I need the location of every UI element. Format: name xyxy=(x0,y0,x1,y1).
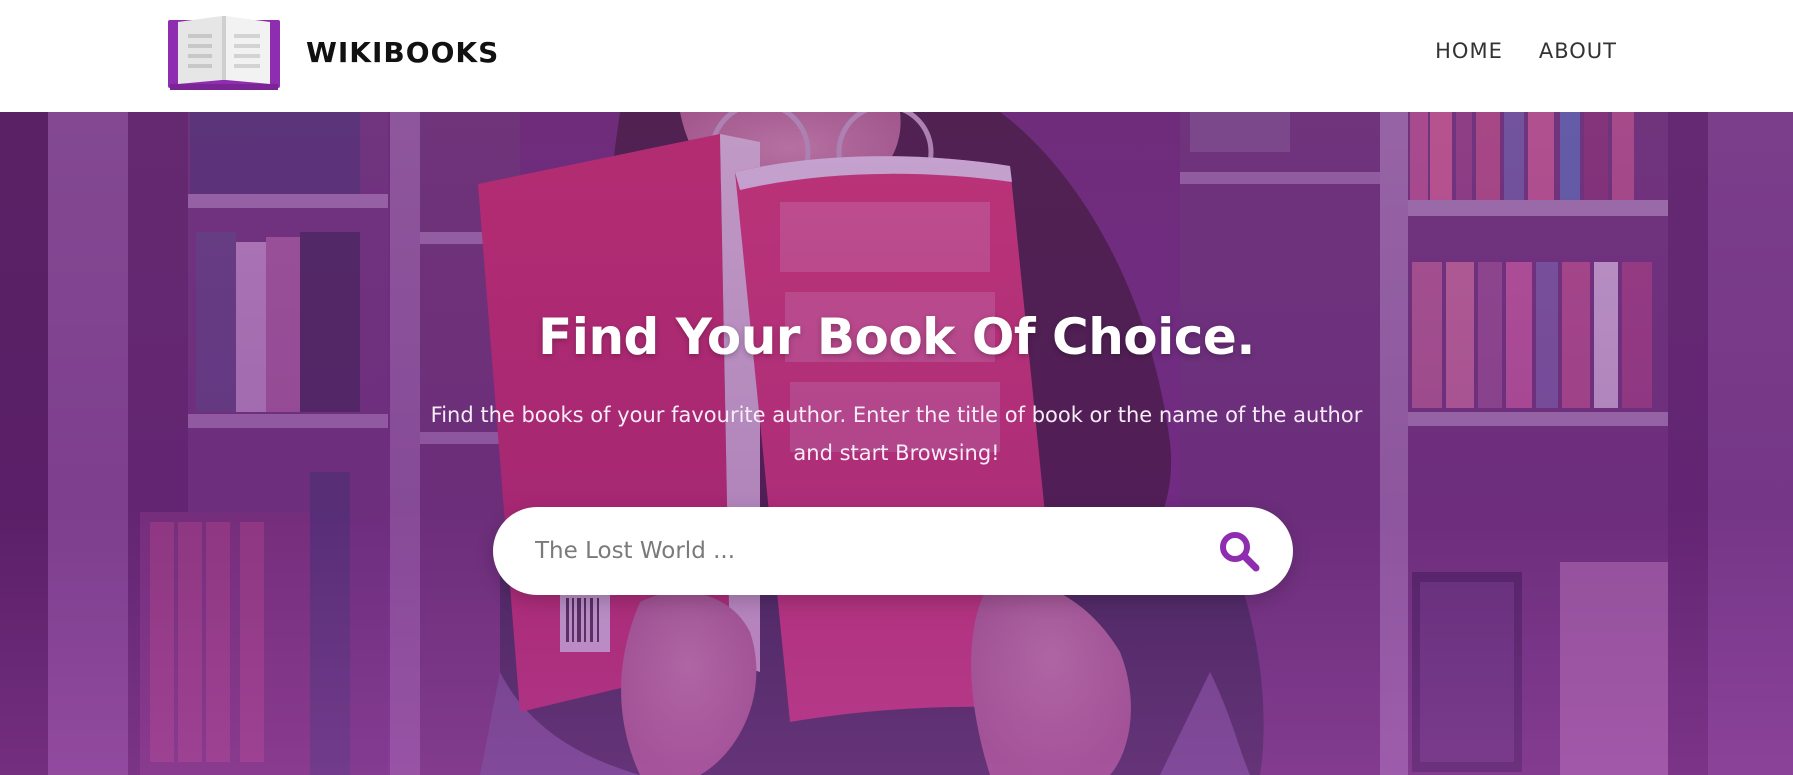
search-button[interactable] xyxy=(1217,529,1261,573)
nav-about-link[interactable]: ABOUT xyxy=(1539,39,1617,63)
nav-home-link[interactable]: HOME xyxy=(1435,39,1503,63)
search-form xyxy=(493,507,1293,595)
search-input[interactable] xyxy=(535,507,1185,595)
hero-section: Find Your Book Of Choice. Find the books… xyxy=(0,112,1793,775)
navbar: WIKIBOOKS HOME ABOUT xyxy=(0,0,1793,112)
hero-title: Find Your Book Of Choice. xyxy=(538,308,1255,366)
open-book-icon xyxy=(168,16,280,90)
brand-name: WIKIBOOKS xyxy=(306,35,500,69)
brand-link[interactable]: WIKIBOOKS xyxy=(168,14,499,90)
search-icon xyxy=(1220,532,1260,572)
main-nav: HOME ABOUT xyxy=(1435,34,1617,68)
hero-subtitle: Find the books of your favourite author.… xyxy=(430,403,1363,465)
